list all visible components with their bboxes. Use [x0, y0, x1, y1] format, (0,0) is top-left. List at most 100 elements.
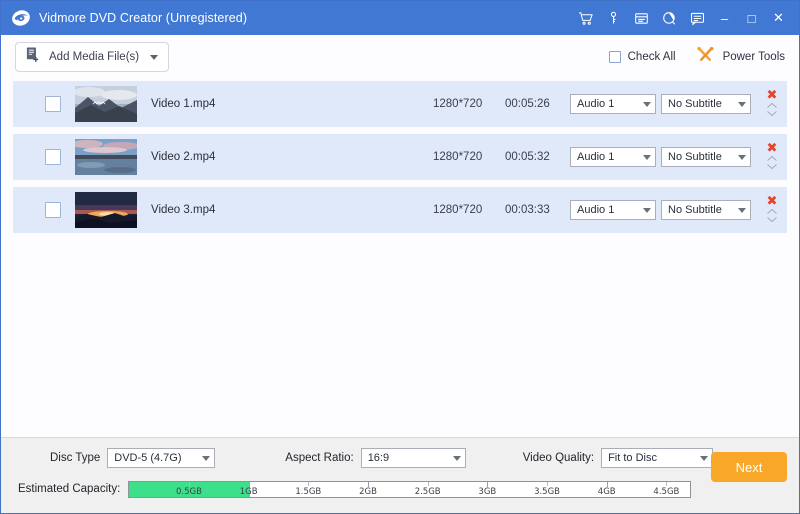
- app-window: Vidmore DVD Creator (Unregistered): [0, 0, 800, 514]
- table-row[interactable]: Video 2.mp4 1280*720 00:05:32 Audio 1 No…: [13, 134, 787, 180]
- add-file-icon: [25, 46, 42, 68]
- chevron-up-icon[interactable]: [766, 155, 778, 162]
- maximize-button[interactable]: □: [739, 5, 764, 31]
- video-thumbnail: [75, 192, 137, 228]
- add-media-label: Add Media File(s): [49, 51, 139, 63]
- file-resolution: 1280*720: [433, 204, 482, 216]
- capacity-row: Estimated Capacity: 0.5GB 1GB 1.5GB 2GB 2.5G…: [13, 478, 787, 500]
- capacity-ticks: 0.5GB1GB1.5GB2GB2.5GB3GB3.5GB4GB4.5GB: [129, 482, 690, 497]
- video-quality-value: Fit to Disc: [608, 452, 657, 464]
- audio-track-select[interactable]: Audio 1: [570, 147, 656, 167]
- chevron-down-icon: [643, 102, 651, 107]
- media-file-list: Video 1.mp4 1280*720 00:05:26 Audio 1 No…: [1, 79, 799, 437]
- title-bar: Vidmore DVD Creator (Unregistered): [1, 1, 799, 35]
- feedback-icon[interactable]: [684, 5, 710, 31]
- table-row[interactable]: Video 3.mp4 1280*720 00:03:33 Audio 1 No…: [13, 187, 787, 233]
- tools-icon: [696, 46, 715, 68]
- chevron-down-icon: [643, 208, 651, 213]
- capacity-tick-mark: [547, 482, 548, 486]
- support-icon[interactable]: [656, 5, 682, 31]
- audio-track-value: Audio 1: [577, 151, 614, 163]
- chevron-up-icon[interactable]: [766, 102, 778, 109]
- video-thumbnail: [75, 86, 137, 122]
- row-actions: ✖: [766, 134, 778, 180]
- settings-row: Disc Type DVD-5 (4.7G) Aspect Ratio: 16:…: [13, 438, 787, 478]
- key-icon[interactable]: [600, 5, 626, 31]
- subtitle-select[interactable]: No Subtitle: [661, 147, 751, 167]
- chevron-down-icon[interactable]: [766, 110, 778, 117]
- file-duration: 00:05:26: [505, 98, 550, 110]
- audio-track-select[interactable]: Audio 1: [570, 200, 656, 220]
- capacity-tick-label: 1.5GB: [295, 487, 321, 497]
- chevron-down-icon[interactable]: [766, 216, 778, 223]
- disc-type-select[interactable]: DVD-5 (4.7G): [107, 448, 215, 468]
- file-name: Video 1.mp4: [151, 98, 215, 110]
- chevron-down-icon: [738, 155, 746, 160]
- chevron-down-icon: [738, 208, 746, 213]
- subtitle-select[interactable]: No Subtitle: [661, 200, 751, 220]
- chevron-down-icon: [700, 456, 708, 461]
- capacity-tick-label: 1GB: [240, 487, 258, 497]
- table-row[interactable]: Video 1.mp4 1280*720 00:05:26 Audio 1 No…: [13, 81, 787, 127]
- capacity-tick-mark: [428, 482, 429, 486]
- check-all-checkbox[interactable]: [609, 51, 621, 63]
- update-icon[interactable]: [628, 5, 654, 31]
- capacity-tick-label: 2GB: [359, 487, 377, 497]
- power-tools-label: Power Tools: [723, 51, 785, 63]
- row-checkbox[interactable]: [45, 96, 61, 112]
- audio-track-select[interactable]: Audio 1: [570, 94, 656, 114]
- row-checkbox[interactable]: [45, 202, 61, 218]
- capacity-tick-label: 2.5GB: [415, 487, 441, 497]
- aspect-ratio-value: 16:9: [368, 452, 389, 464]
- chevron-up-icon[interactable]: [766, 208, 778, 215]
- check-all-label: Check All: [628, 51, 676, 63]
- file-name: Video 3.mp4: [151, 204, 215, 216]
- next-button[interactable]: Next: [711, 452, 787, 482]
- disc-type-label: Disc Type: [50, 452, 100, 464]
- toolbar-right-group: Check All Power Tools: [609, 46, 785, 68]
- delete-row-button[interactable]: ✖: [767, 91, 778, 101]
- close-button[interactable]: ✕: [766, 5, 791, 31]
- disc-type-value: DVD-5 (4.7G): [114, 452, 181, 464]
- file-duration: 00:05:32: [505, 151, 550, 163]
- capacity-tick-mark: [308, 482, 309, 486]
- file-resolution: 1280*720: [433, 151, 482, 163]
- aspect-ratio-select[interactable]: 16:9: [361, 448, 466, 468]
- chevron-down-icon[interactable]: [766, 163, 778, 170]
- check-all-control[interactable]: Check All: [609, 51, 676, 63]
- bottom-panel: Disc Type DVD-5 (4.7G) Aspect Ratio: 16:…: [1, 437, 799, 513]
- capacity-tick-label: 3.5GB: [534, 487, 560, 497]
- file-resolution: 1280*720: [433, 98, 482, 110]
- audio-track-value: Audio 1: [577, 204, 614, 216]
- title-bar-left: Vidmore DVD Creator (Unregistered): [11, 8, 247, 28]
- delete-row-button[interactable]: ✖: [767, 197, 778, 207]
- video-quality-select[interactable]: Fit to Disc: [601, 448, 713, 468]
- title-bar-controls: – □ ✕: [572, 5, 795, 31]
- chevron-down-icon: [202, 456, 210, 461]
- chevron-down-icon: [453, 456, 461, 461]
- audio-track-value: Audio 1: [577, 98, 614, 110]
- row-actions: ✖: [766, 187, 778, 233]
- file-duration: 00:03:33: [505, 204, 550, 216]
- minimize-button[interactable]: –: [712, 5, 737, 31]
- vidmore-swirl-logo-icon: [11, 8, 31, 28]
- capacity-tick-label: 4GB: [598, 487, 616, 497]
- estimated-capacity-label: Estimated Capacity:: [18, 483, 120, 495]
- file-name: Video 2.mp4: [151, 151, 215, 163]
- power-tools-button[interactable]: Power Tools: [696, 46, 785, 68]
- main-toolbar: Add Media File(s) Check All Power Tools: [1, 35, 799, 79]
- capacity-tick-label: 3GB: [478, 487, 496, 497]
- capacity-tick-label: 0.5GB: [176, 487, 202, 497]
- subtitle-select[interactable]: No Subtitle: [661, 94, 751, 114]
- row-checkbox[interactable]: [45, 149, 61, 165]
- subtitle-value: No Subtitle: [668, 204, 722, 216]
- cart-icon[interactable]: [572, 5, 598, 31]
- chevron-down-icon[interactable]: [150, 55, 158, 60]
- chevron-down-icon: [643, 155, 651, 160]
- add-media-button[interactable]: Add Media File(s): [15, 42, 169, 72]
- capacity-tick-mark: [189, 482, 190, 486]
- capacity-tick-mark: [666, 482, 667, 486]
- subtitle-value: No Subtitle: [668, 151, 722, 163]
- delete-row-button[interactable]: ✖: [767, 144, 778, 154]
- aspect-ratio-label: Aspect Ratio:: [285, 452, 353, 464]
